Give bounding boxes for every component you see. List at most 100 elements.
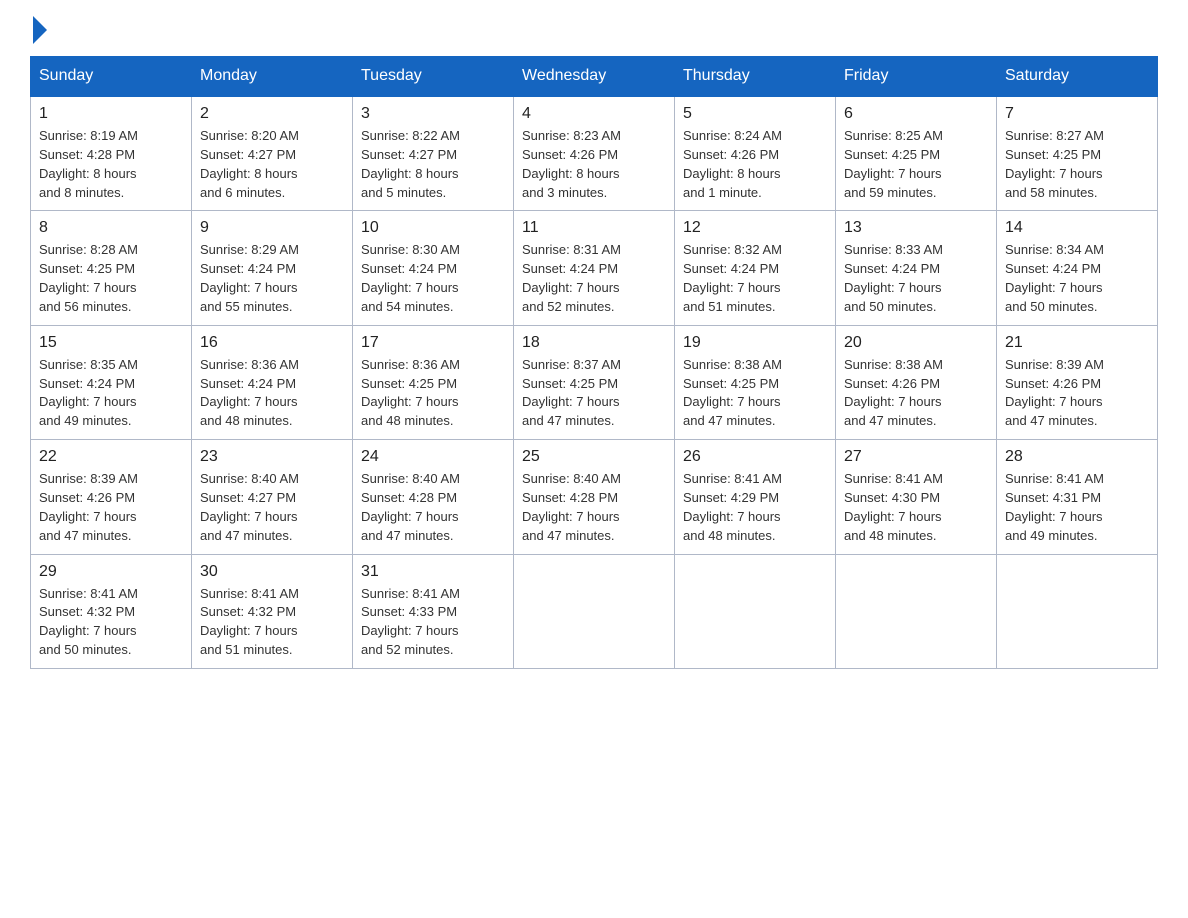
calendar-cell: 12 Sunrise: 8:32 AMSunset: 4:24 PMDayligh… [675,211,836,325]
weekday-header-wednesday: Wednesday [514,57,675,97]
weekday-header-saturday: Saturday [997,57,1158,97]
calendar-week-row: 22 Sunrise: 8:39 AMSunset: 4:26 PMDayligh… [31,440,1158,554]
day-info: Sunrise: 8:39 AMSunset: 4:26 PMDaylight:… [39,470,183,545]
calendar-cell [836,554,997,668]
logo [30,20,47,40]
calendar-cell: 21 Sunrise: 8:39 AMSunset: 4:26 PMDayligh… [997,325,1158,439]
day-info: Sunrise: 8:41 AMSunset: 4:32 PMDaylight:… [200,585,344,660]
calendar-cell: 4Sunrise: 8:23 AMSunset: 4:26 PMDaylight… [514,96,675,211]
calendar-cell: 15 Sunrise: 8:35 AMSunset: 4:24 PMDayligh… [31,325,192,439]
day-info: Sunrise: 8:34 AMSunset: 4:24 PMDaylight:… [1005,241,1149,316]
calendar-cell: 30 Sunrise: 8:41 AMSunset: 4:32 PMDayligh… [192,554,353,668]
day-number: 5 [683,105,827,123]
day-info: Sunrise: 8:41 AMSunset: 4:29 PMDaylight:… [683,470,827,545]
calendar-cell: 13 Sunrise: 8:33 AMSunset: 4:24 PMDayligh… [836,211,997,325]
calendar-cell: 26Sunrise: 8:41 AMSunset: 4:29 PMDayligh… [675,440,836,554]
day-info: Sunrise: 8:41 AMSunset: 4:31 PMDaylight:… [1005,470,1149,545]
day-number: 9 [200,219,344,237]
day-number: 6 [844,105,988,123]
day-number: 24 [361,448,505,466]
day-info: Sunrise: 8:36 AMSunset: 4:24 PMDaylight:… [200,356,344,431]
day-info: Sunrise: 8:27 AMSunset: 4:25 PMDaylight:… [1005,127,1149,202]
calendar-cell: 10 Sunrise: 8:30 AMSunset: 4:24 PMDayligh… [353,211,514,325]
calendar-cell: 11 Sunrise: 8:31 AMSunset: 4:24 PMDayligh… [514,211,675,325]
calendar-cell: 18 Sunrise: 8:37 AMSunset: 4:25 PMDayligh… [514,325,675,439]
day-number: 17 [361,334,505,352]
page-header [30,20,1158,40]
weekday-header-tuesday: Tuesday [353,57,514,97]
day-number: 31 [361,563,505,581]
day-number: 21 [1005,334,1149,352]
calendar-cell: 27 Sunrise: 8:41 AMSunset: 4:30 PMDayligh… [836,440,997,554]
day-info: Sunrise: 8:23 AMSunset: 4:26 PMDaylight:… [522,127,666,202]
day-number: 12 [683,219,827,237]
day-info: Sunrise: 8:32 AMSunset: 4:24 PMDaylight:… [683,241,827,316]
day-info: Sunrise: 8:28 AMSunset: 4:25 PMDaylight:… [39,241,183,316]
calendar-cell [675,554,836,668]
weekday-header-friday: Friday [836,57,997,97]
calendar-week-row: 8 Sunrise: 8:28 AMSunset: 4:25 PMDaylight… [31,211,1158,325]
day-number: 29 [39,563,183,581]
day-info: Sunrise: 8:40 AMSunset: 4:28 PMDaylight:… [361,470,505,545]
day-info: Sunrise: 8:40 AMSunset: 4:28 PMDaylight:… [522,470,666,545]
day-info: Sunrise: 8:41 AMSunset: 4:32 PMDaylight:… [39,585,183,660]
day-number: 15 [39,334,183,352]
day-number: 8 [39,219,183,237]
day-number: 7 [1005,105,1149,123]
calendar-cell: 20Sunrise: 8:38 AMSunset: 4:26 PMDayligh… [836,325,997,439]
day-number: 19 [683,334,827,352]
weekday-header-sunday: Sunday [31,57,192,97]
day-info: Sunrise: 8:35 AMSunset: 4:24 PMDaylight:… [39,356,183,431]
day-info: Sunrise: 8:24 AMSunset: 4:26 PMDaylight:… [683,127,827,202]
day-info: Sunrise: 8:29 AMSunset: 4:24 PMDaylight:… [200,241,344,316]
day-info: Sunrise: 8:33 AMSunset: 4:24 PMDaylight:… [844,241,988,316]
logo-triangle-icon [33,16,47,44]
calendar-cell: 31Sunrise: 8:41 AMSunset: 4:33 PMDayligh… [353,554,514,668]
day-info: Sunrise: 8:38 AMSunset: 4:25 PMDaylight:… [683,356,827,431]
day-info: Sunrise: 8:39 AMSunset: 4:26 PMDaylight:… [1005,356,1149,431]
day-number: 28 [1005,448,1149,466]
calendar-cell: 19 Sunrise: 8:38 AMSunset: 4:25 PMDayligh… [675,325,836,439]
day-info: Sunrise: 8:37 AMSunset: 4:25 PMDaylight:… [522,356,666,431]
day-number: 22 [39,448,183,466]
calendar-cell: 23 Sunrise: 8:40 AMSunset: 4:27 PMDayligh… [192,440,353,554]
day-number: 23 [200,448,344,466]
day-info: Sunrise: 8:25 AMSunset: 4:25 PMDaylight:… [844,127,988,202]
calendar-cell: 2 Sunrise: 8:20 AMSunset: 4:27 PMDaylight… [192,96,353,211]
calendar-cell: 14 Sunrise: 8:34 AMSunset: 4:24 PMDayligh… [997,211,1158,325]
day-info: Sunrise: 8:22 AMSunset: 4:27 PMDaylight:… [361,127,505,202]
day-info: Sunrise: 8:30 AMSunset: 4:24 PMDaylight:… [361,241,505,316]
calendar-cell: 7 Sunrise: 8:27 AMSunset: 4:25 PMDaylight… [997,96,1158,211]
calendar-cell: 3Sunrise: 8:22 AMSunset: 4:27 PMDaylight… [353,96,514,211]
calendar-cell [997,554,1158,668]
calendar-cell: 28 Sunrise: 8:41 AMSunset: 4:31 PMDayligh… [997,440,1158,554]
day-number: 16 [200,334,344,352]
day-number: 14 [1005,219,1149,237]
day-number: 30 [200,563,344,581]
weekday-header-row: SundayMondayTuesdayWednesdayThursdayFrid… [31,57,1158,97]
day-info: Sunrise: 8:20 AMSunset: 4:27 PMDaylight:… [200,127,344,202]
calendar-week-row: 1Sunrise: 8:19 AMSunset: 4:28 PMDaylight… [31,96,1158,211]
day-number: 27 [844,448,988,466]
calendar-cell: 6 Sunrise: 8:25 AMSunset: 4:25 PMDaylight… [836,96,997,211]
day-info: Sunrise: 8:40 AMSunset: 4:27 PMDaylight:… [200,470,344,545]
calendar-cell [514,554,675,668]
day-number: 10 [361,219,505,237]
day-info: Sunrise: 8:31 AMSunset: 4:24 PMDaylight:… [522,241,666,316]
day-number: 13 [844,219,988,237]
calendar-week-row: 15 Sunrise: 8:35 AMSunset: 4:24 PMDayligh… [31,325,1158,439]
day-info: Sunrise: 8:19 AMSunset: 4:28 PMDaylight:… [39,127,183,202]
calendar-cell: 25 Sunrise: 8:40 AMSunset: 4:28 PMDayligh… [514,440,675,554]
day-number: 20 [844,334,988,352]
day-number: 25 [522,448,666,466]
calendar-table: SundayMondayTuesdayWednesdayThursdayFrid… [30,56,1158,669]
calendar-week-row: 29 Sunrise: 8:41 AMSunset: 4:32 PMDayligh… [31,554,1158,668]
day-info: Sunrise: 8:41 AMSunset: 4:30 PMDaylight:… [844,470,988,545]
calendar-cell: 17Sunrise: 8:36 AMSunset: 4:25 PMDayligh… [353,325,514,439]
day-number: 2 [200,105,344,123]
day-number: 18 [522,334,666,352]
day-number: 11 [522,219,666,237]
calendar-cell: 8 Sunrise: 8:28 AMSunset: 4:25 PMDaylight… [31,211,192,325]
calendar-cell: 24 Sunrise: 8:40 AMSunset: 4:28 PMDayligh… [353,440,514,554]
weekday-header-monday: Monday [192,57,353,97]
